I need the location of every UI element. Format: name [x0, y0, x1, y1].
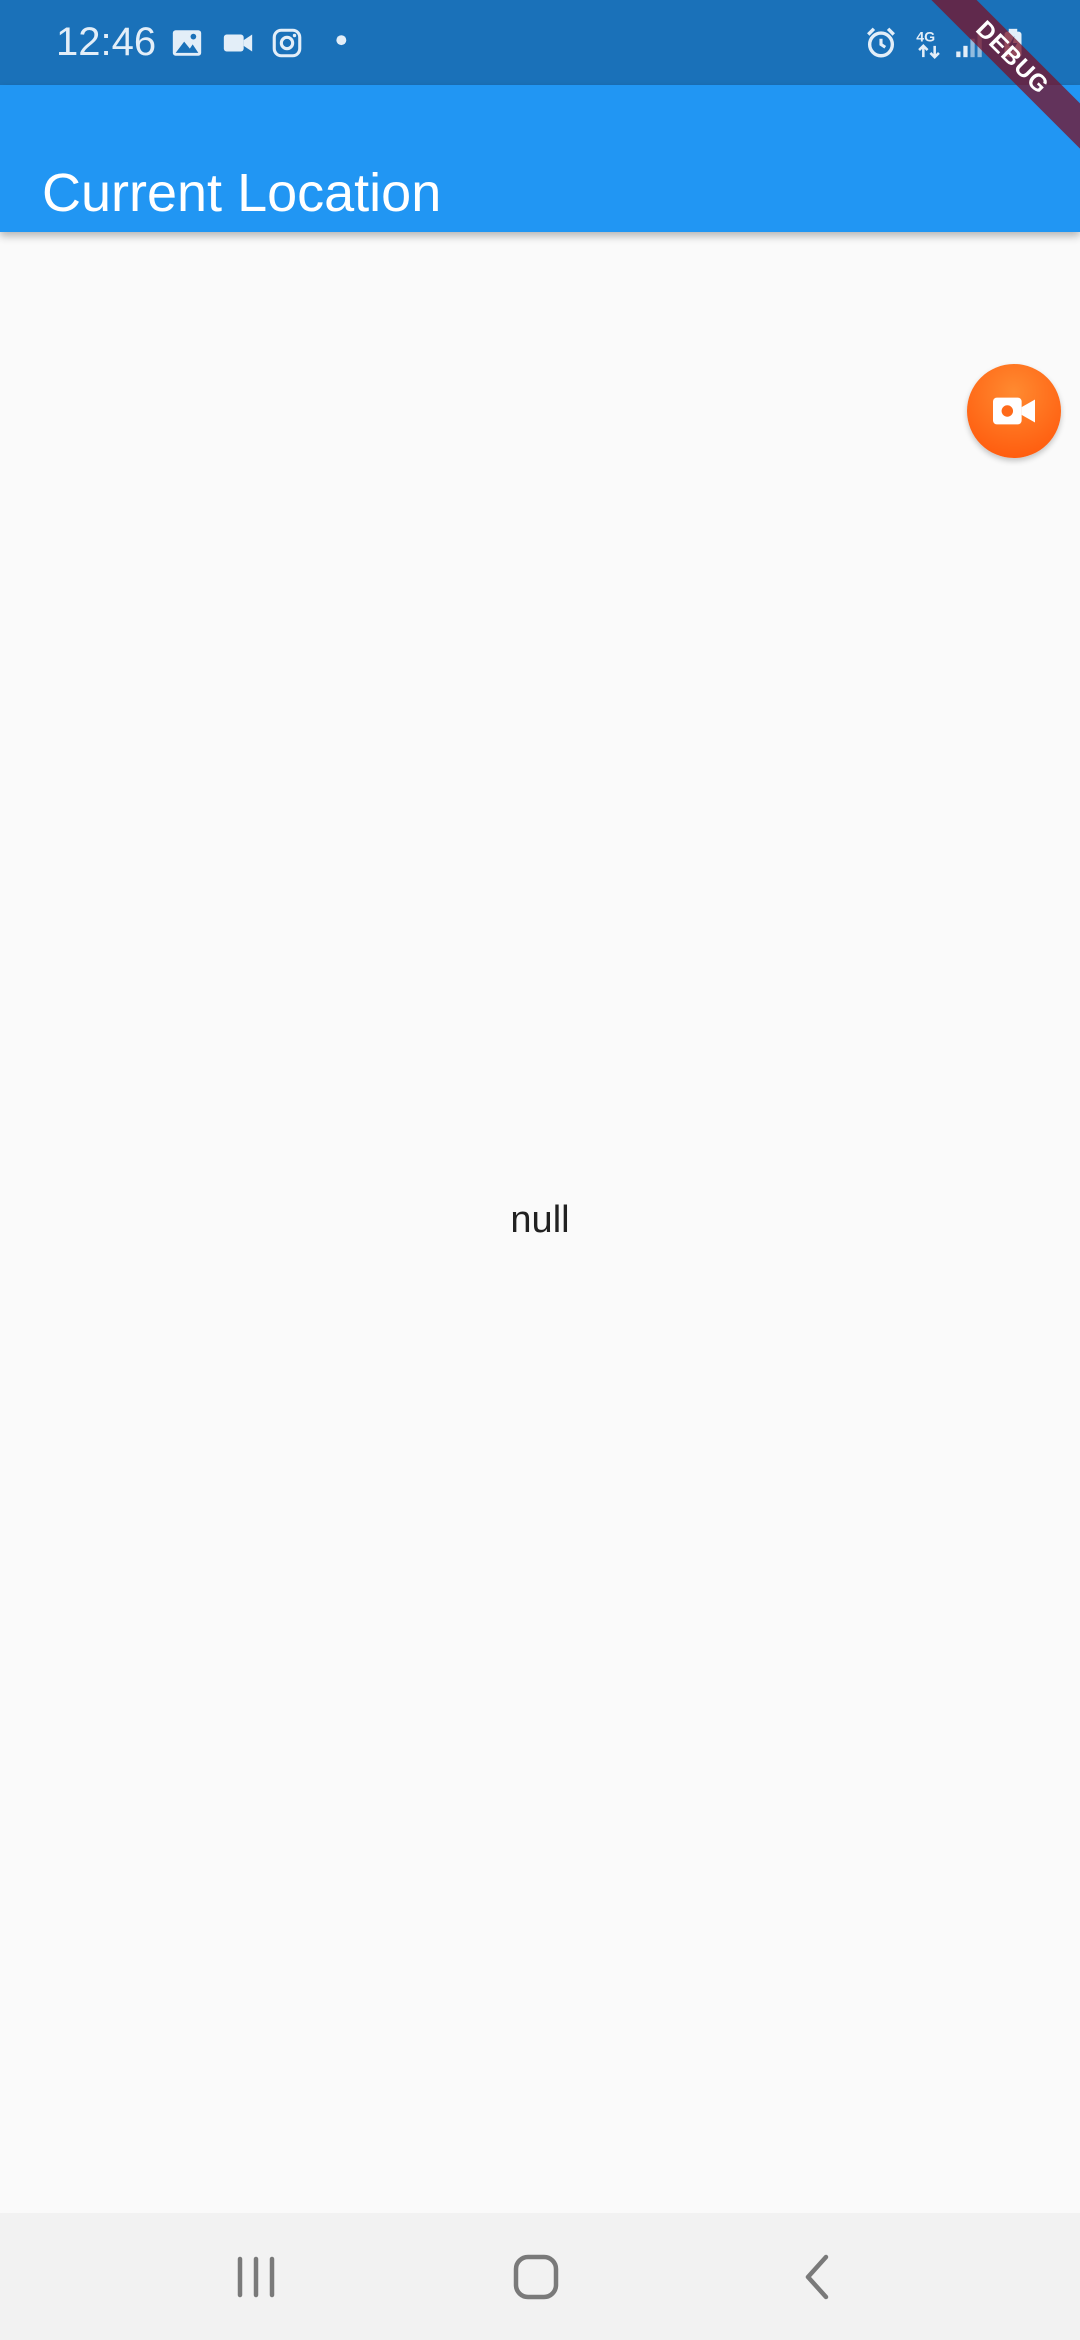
recent-apps-button[interactable] [220, 2241, 292, 2313]
alarm-icon [864, 26, 898, 60]
video-camera-icon [221, 26, 255, 60]
back-icon [805, 2254, 829, 2300]
signal-icon [952, 26, 986, 60]
dot-icon [330, 26, 364, 60]
network-4g-icon: 4G [912, 26, 946, 60]
navigation-bar [0, 2213, 1080, 2340]
svg-text:4G: 4G [916, 30, 935, 46]
video-camera-icon [993, 397, 1035, 425]
battery-charging-icon [996, 26, 1030, 60]
image-icon [170, 26, 204, 60]
recent-apps-icon [237, 2256, 275, 2298]
app-bar: Current Location [0, 85, 1080, 232]
instagram-icon [270, 26, 304, 60]
page-title: Current Location [42, 163, 442, 224]
status-bar: 12:46 4G [0, 0, 1080, 85]
home-icon [513, 2254, 559, 2300]
location-text: null [510, 1199, 570, 1241]
screen-record-button[interactable] [967, 364, 1061, 458]
status-time: 12:46 [56, 20, 157, 64]
home-button[interactable] [500, 2241, 572, 2313]
back-button[interactable] [782, 2241, 854, 2313]
